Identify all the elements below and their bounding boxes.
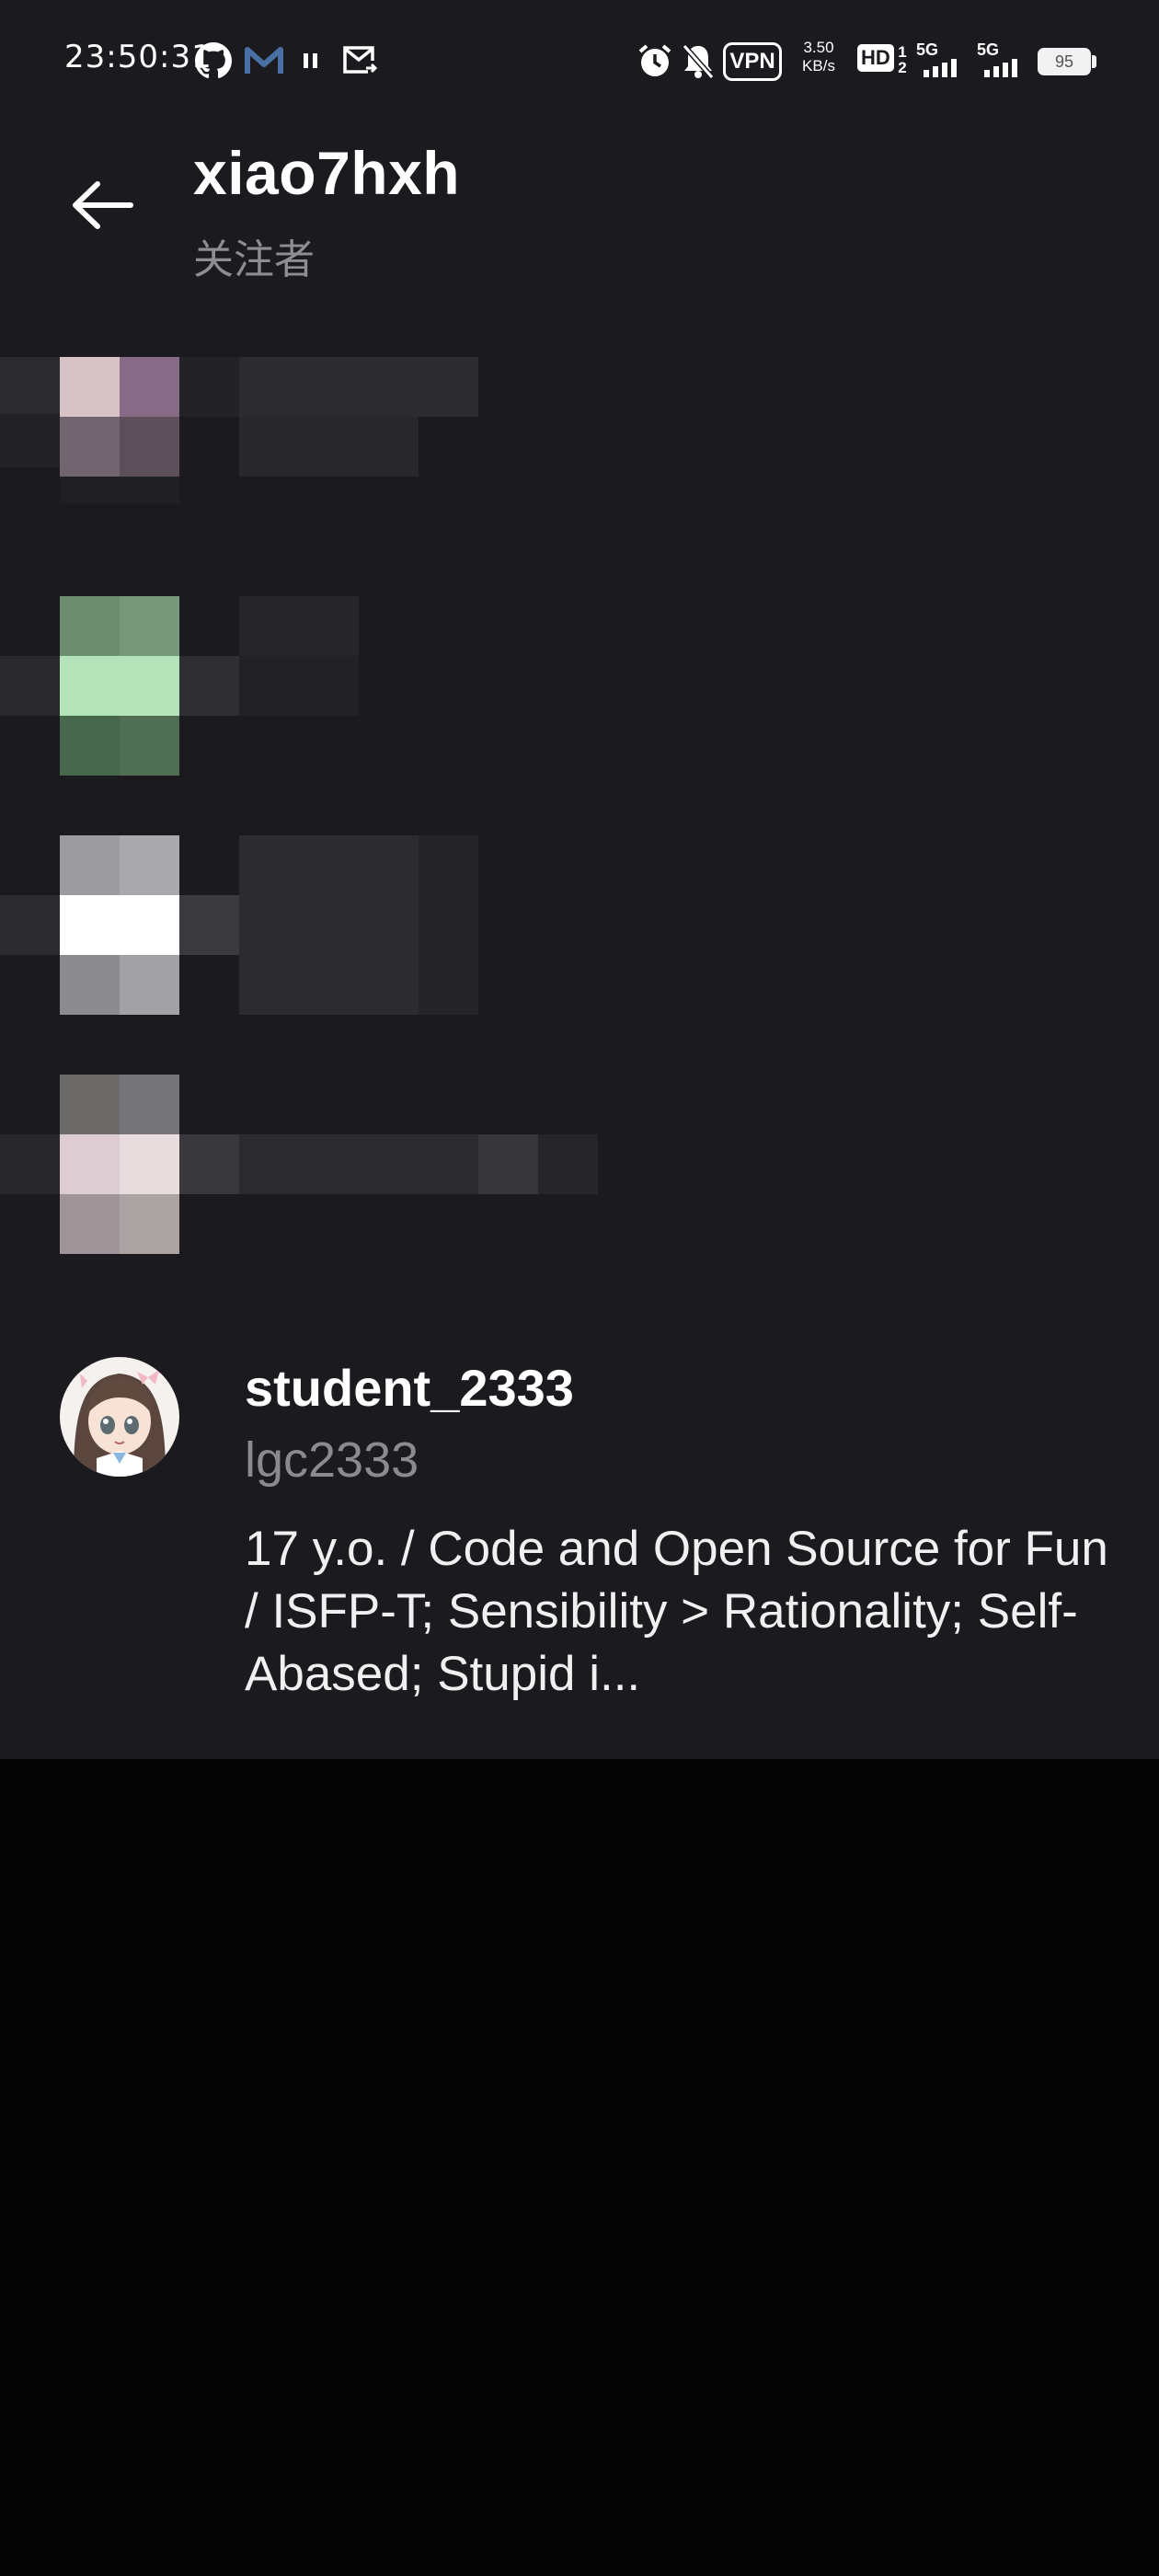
mail-icon bbox=[343, 46, 377, 74]
back-arrow-icon[interactable] bbox=[66, 173, 140, 237]
signal-bars-icon bbox=[924, 59, 957, 77]
status-time: 23:50:31 bbox=[64, 39, 212, 75]
hd-indicator: HD 1 2 bbox=[857, 44, 907, 81]
status-bar: 23:50:31 VPN 3.50 KB/s HD 1 2 5G 5G 95 bbox=[0, 0, 1159, 120]
vpn-badge: VPN bbox=[723, 42, 782, 81]
network-speed: 3.50 KB/s bbox=[793, 39, 844, 75]
sim2-signal: 5G bbox=[977, 40, 1028, 79]
alarm-icon bbox=[638, 44, 671, 76]
mute-bell-icon bbox=[682, 44, 715, 79]
censored-row-3[interactable] bbox=[0, 821, 644, 1023]
user-display-name: student_2333 bbox=[245, 1359, 574, 1417]
page-title: xiao7hxh bbox=[193, 139, 461, 207]
network-speed-unit: KB/s bbox=[802, 57, 835, 75]
user-avatar[interactable] bbox=[60, 1357, 179, 1477]
hd-sub-2: 2 bbox=[898, 59, 907, 76]
network-speed-value: 3.50 bbox=[803, 39, 834, 56]
sim1-signal: 5G bbox=[916, 40, 968, 79]
github-icon bbox=[195, 42, 232, 79]
battery-icon: 95 bbox=[1038, 48, 1091, 75]
signal-bars-icon bbox=[984, 59, 1017, 77]
user-handle: lgc2333 bbox=[245, 1432, 419, 1488]
battery-tip bbox=[1092, 55, 1096, 68]
hd-label: HD bbox=[857, 44, 894, 72]
pause-icon bbox=[304, 53, 317, 68]
censored-row-2[interactable] bbox=[0, 581, 644, 784]
page-subtitle: 关注者 bbox=[193, 236, 315, 283]
censored-row-1[interactable] bbox=[0, 342, 644, 526]
user-bio: 17 y.o. / Code and Open Source for Fun /… bbox=[245, 1522, 1108, 1701]
censored-row-4[interactable] bbox=[0, 1060, 644, 1262]
mail-app-icon bbox=[245, 47, 283, 74]
